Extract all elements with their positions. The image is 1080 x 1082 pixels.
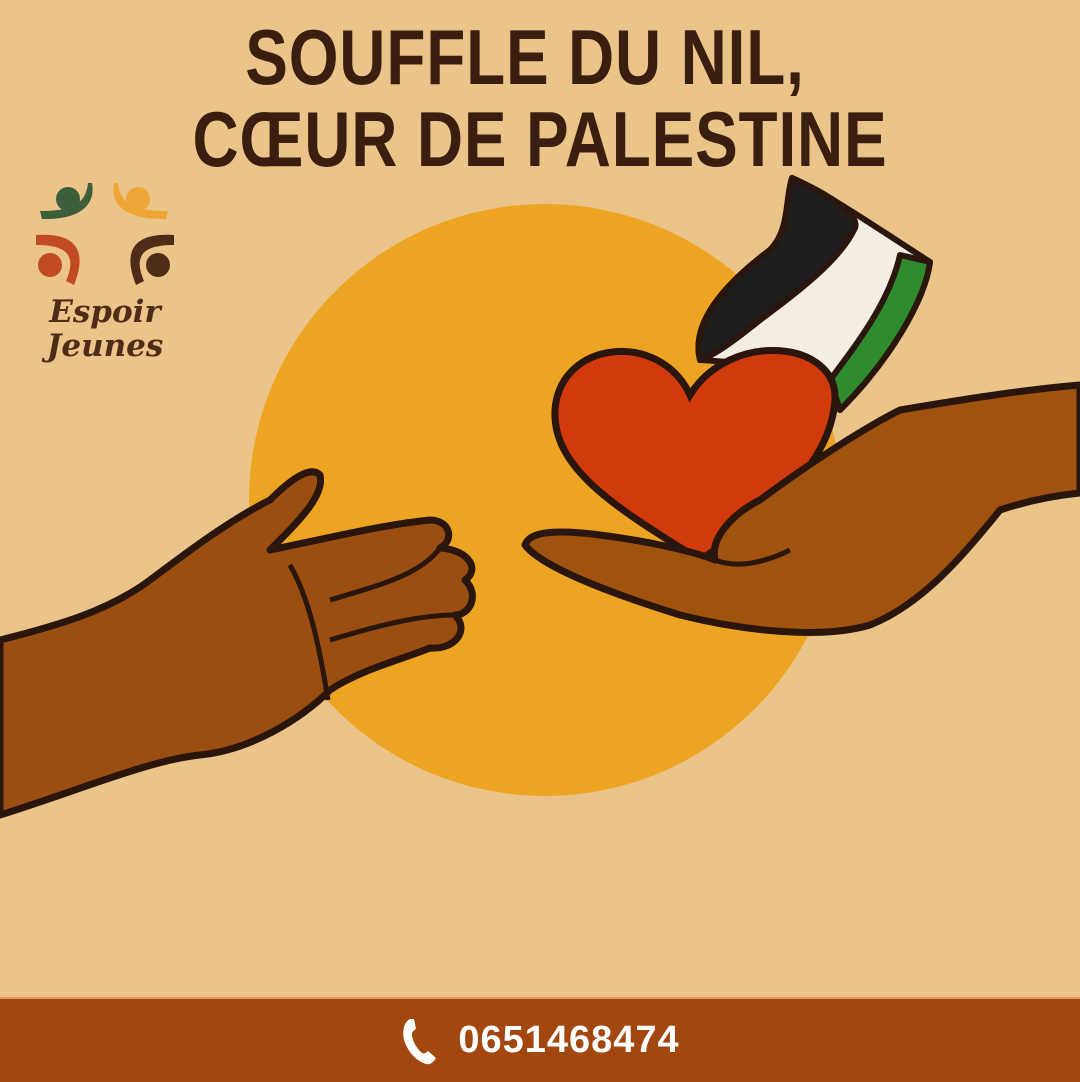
footer-bar: 0651468474 [0,997,1080,1082]
title-line-1: SOUFFLE DU NIL, [245,13,805,101]
left-hand [0,468,476,819]
logo-text-jeunes: Jeunes [46,328,164,364]
people-circle-icon [36,183,174,285]
espoir-jeunes-logo: Espoir Jeunes [30,175,180,385]
poster-title: SOUFFLE DU NIL, CŒUR DE PALESTINE [0,18,1080,178]
logo-text-espoir: Espoir [49,294,161,330]
phone-icon [403,1018,437,1064]
phone-number[interactable]: 0651468474 [458,1019,679,1062]
title-line-2: CŒUR DE PALESTINE [192,95,888,183]
